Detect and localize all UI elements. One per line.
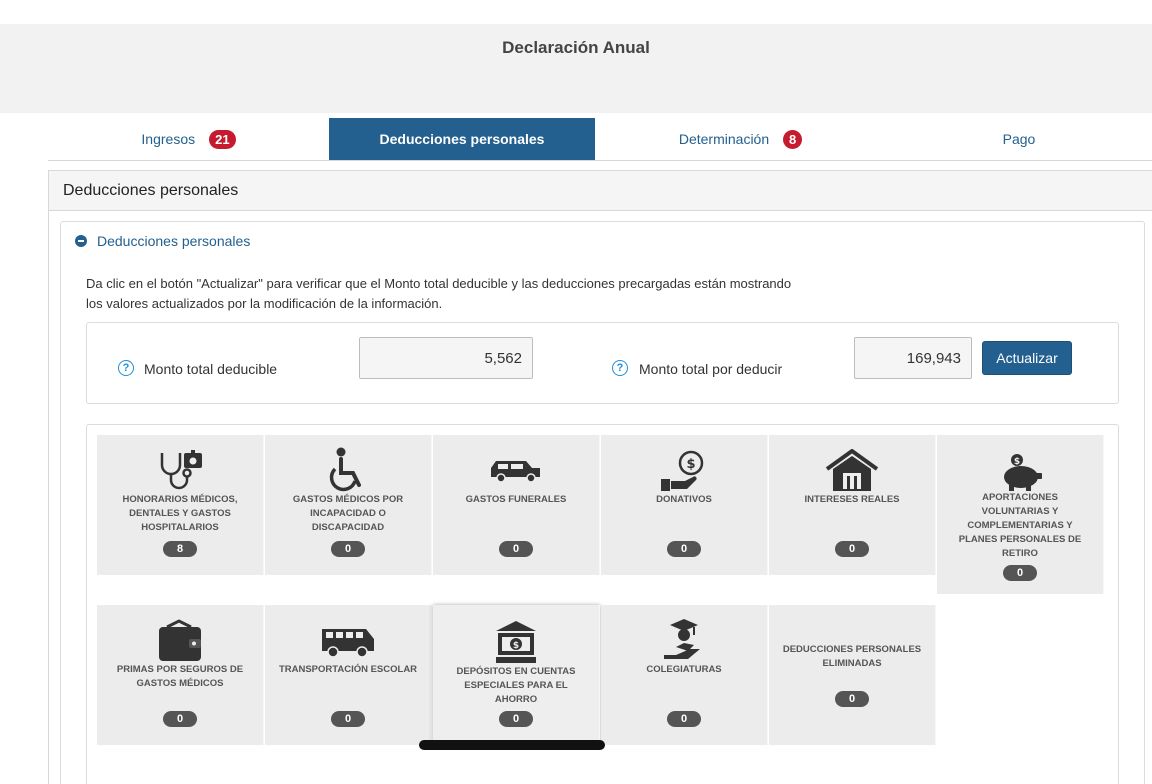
- page-title: Declaración Anual: [502, 38, 650, 57]
- tab-deducciones-personales[interactable]: Deducciones personales: [329, 118, 595, 160]
- card-label: DEDUCCIONES PERSONALES ELIMINADAS: [782, 644, 922, 669]
- bank-icon: $: [496, 621, 536, 663]
- card-count: 0: [1003, 565, 1037, 581]
- stethoscope-icon: [160, 450, 202, 490]
- tab-determinacion[interactable]: Determinación 8: [595, 118, 886, 160]
- collapse-icon: [75, 235, 87, 247]
- card-count: 0: [667, 541, 701, 557]
- donation-icon: $: [661, 450, 704, 491]
- tab-badge: 8: [783, 129, 803, 149]
- tab-badge: 21: [209, 129, 236, 149]
- total-por-deducir-value: 169,943: [854, 337, 972, 379]
- card-label: DONATIVOS: [656, 494, 712, 505]
- card-label: DEPÓSITOS EN CUENTAS ESPECIALES PARA EL …: [456, 666, 576, 705]
- svg-text:$: $: [1014, 457, 1020, 467]
- card-donativos[interactable]: $ DONATIVOS 0: [601, 435, 768, 575]
- card-label: GASTOS FUNERALES: [465, 494, 567, 505]
- card-label: APORTACIONES VOLUNTARIAS Y COMPLEMENTARI…: [958, 492, 1082, 559]
- card-deducciones-eliminadas[interactable]: DEDUCCIONES PERSONALES ELIMINADAS 0: [769, 605, 936, 745]
- info-line: Da clic en el botón "Actualizar" para ve…: [86, 276, 792, 291]
- wheelchair-icon: [329, 447, 361, 492]
- piggy-bank-icon: $: [1004, 454, 1042, 491]
- house-icon: [825, 449, 879, 491]
- deductions-section: Deducciones personales Da clic en el bot…: [60, 221, 1145, 784]
- card-label: TRANSPORTACIÓN ESCOLAR: [278, 664, 418, 675]
- home-indicator: [419, 740, 605, 750]
- total-por-deducir-label: Monto total por deducir: [639, 361, 783, 377]
- card-primas-seguros[interactable]: PRIMAS POR SEGUROS DE GASTOS MÉDICOS 0: [97, 605, 264, 745]
- wallet-icon: [159, 619, 201, 661]
- app-header: Declaración Anual: [0, 24, 1152, 113]
- card-transportacion-escolar[interactable]: TRANSPORTACIÓN ESCOLAR 0: [265, 605, 432, 745]
- hearse-icon: [491, 461, 540, 483]
- tab-ingresos[interactable]: Ingresos 21: [48, 118, 329, 160]
- svg-text:$: $: [513, 641, 519, 651]
- help-icon[interactable]: ?: [612, 360, 628, 376]
- tab-label: Ingresos: [141, 131, 196, 147]
- card-label: INTERESES REALES: [804, 494, 900, 505]
- deduction-cards-grid: HONORARIOS MÉDICOS, DENTALES Y GASTOS HO…: [86, 424, 1119, 784]
- info-line: los valores actualizados por la modifica…: [86, 296, 443, 311]
- help-icon[interactable]: ?: [118, 360, 134, 376]
- svg-text:$: $: [686, 457, 695, 472]
- tab-label: Pago: [1002, 131, 1036, 147]
- card-count: 0: [835, 541, 869, 557]
- total-deducible-value: 5,562: [359, 337, 533, 379]
- tab-label: Deducciones personales: [379, 131, 545, 147]
- card-label: COLEGIATURAS: [646, 664, 722, 675]
- totals-box: ? Monto total deducible 5,562 ? Monto to…: [86, 322, 1119, 404]
- card-count: 0: [163, 711, 197, 727]
- card-colegiaturas[interactable]: COLEGIATURAS 0: [601, 605, 768, 745]
- tab-bar: Ingresos 21 Deducciones personales Deter…: [48, 118, 1152, 161]
- card-honorarios-medicos[interactable]: HONORARIOS MÉDICOS, DENTALES Y GASTOS HO…: [97, 435, 264, 575]
- card-gastos-incapacidad[interactable]: GASTOS MÉDICOS POR INCAPACIDAD O DISCAPA…: [265, 435, 432, 575]
- card-count: 0: [499, 711, 533, 727]
- info-text: Da clic en el botón "Actualizar" para ve…: [86, 274, 906, 314]
- graduate-icon: [664, 619, 700, 659]
- card-count: 0: [331, 541, 365, 557]
- update-button[interactable]: Actualizar: [982, 341, 1072, 375]
- card-count: 8: [163, 541, 197, 557]
- card-count: 0: [499, 541, 533, 557]
- card-gastos-funerales[interactable]: GASTOS FUNERALES 0: [433, 435, 600, 575]
- deductions-panel: Deducciones personales Deducciones perso…: [48, 170, 1152, 784]
- card-depositos-ahorro[interactable]: $ DEPÓSITOS EN CUENTAS ESPECIALES PARA E…: [433, 605, 600, 745]
- card-count: 0: [835, 691, 869, 707]
- school-bus-icon: [322, 629, 374, 658]
- tab-pago[interactable]: Pago: [886, 118, 1152, 160]
- tab-label: Determinación: [678, 131, 770, 147]
- card-label: PRIMAS POR SEGUROS DE GASTOS MÉDICOS: [116, 664, 244, 689]
- card-count: 0: [667, 711, 701, 727]
- total-deducible-label: Monto total deducible: [144, 361, 278, 377]
- card-count: 0: [331, 711, 365, 727]
- card-label: GASTOS MÉDICOS POR INCAPACIDAD O DISCAPA…: [292, 494, 404, 533]
- panel-title: Deducciones personales: [49, 171, 1152, 211]
- section-title: Deducciones personales: [97, 233, 251, 249]
- card-aportaciones-voluntarias[interactable]: $ APORTACIONES VOLUNTARIAS Y COMPLEMENTA…: [937, 435, 1104, 594]
- card-intereses-reales[interactable]: INTERESES REALES 0: [769, 435, 936, 575]
- section-collapse-toggle[interactable]: Deducciones personales: [75, 233, 250, 249]
- card-label: HONORARIOS MÉDICOS, DENTALES Y GASTOS HO…: [122, 494, 238, 533]
